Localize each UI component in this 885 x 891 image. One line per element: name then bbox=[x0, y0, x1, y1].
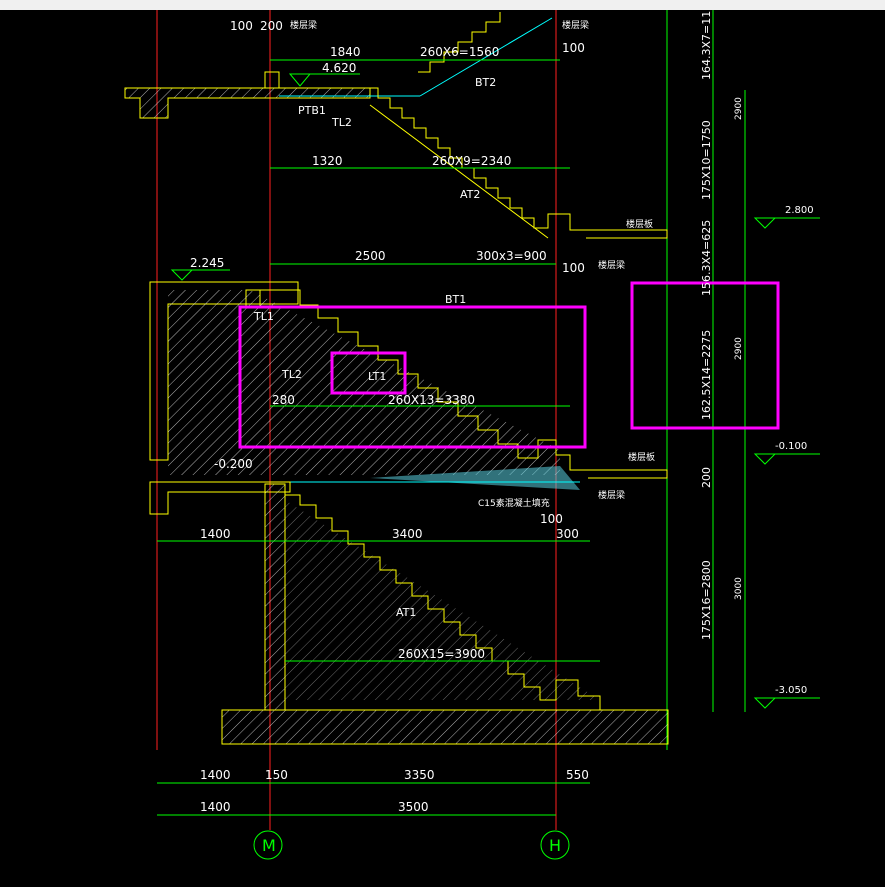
note-slab-upper: 楼层板 bbox=[626, 218, 653, 230]
top-beam bbox=[264, 71, 280, 89]
dim-3400: 3400 bbox=[392, 527, 423, 541]
foundation-slab bbox=[221, 709, 669, 745]
label-tl2-middle: TL2 bbox=[281, 368, 302, 381]
bottom-dim-3500: 3500 bbox=[398, 800, 429, 814]
elev-m0100: -0.100 bbox=[775, 441, 807, 452]
note-concrete-fill: C15素混凝土填充 bbox=[478, 497, 550, 509]
right-dim-7: 200 bbox=[700, 467, 713, 488]
bt2-steps bbox=[418, 12, 501, 73]
stair-section-drawing: 100 200 楼层梁 1840 260X6=1560 楼层梁 100 4.62… bbox=[124, 10, 820, 860]
elev-2245: 2.245 bbox=[190, 256, 224, 270]
label-tl2-top: TL2 bbox=[331, 116, 352, 129]
note-slab-middle: 楼层板 bbox=[628, 451, 655, 463]
right-dim-1: 164.3X7=11 bbox=[700, 11, 713, 80]
dim-100-middle: 100 bbox=[562, 261, 585, 275]
label-ptb1: PTB1 bbox=[298, 104, 326, 117]
dim-260x9: 260X9=2340 bbox=[432, 154, 511, 168]
cad-viewport[interactable]: 100 200 楼层梁 1840 260X6=1560 楼层梁 100 4.62… bbox=[0, 10, 885, 887]
dim-1840: 1840 bbox=[330, 45, 361, 59]
note-beam-middle: 楼层梁 bbox=[598, 259, 625, 271]
at2-soffit bbox=[369, 104, 549, 239]
elev-m0200: -0.200 bbox=[214, 457, 253, 471]
note-beam-top-right: 楼层梁 bbox=[562, 19, 589, 31]
elev-4620: 4.620 bbox=[322, 61, 356, 75]
dim-260x15: 260X15=3900 bbox=[398, 647, 485, 661]
note-beam-low: 楼层梁 bbox=[598, 489, 625, 501]
elev-marker-4620 bbox=[288, 73, 360, 87]
bottom-dim-550: 550 bbox=[566, 768, 589, 782]
dim-1400-lower: 1400 bbox=[200, 527, 231, 541]
label-at1: AT1 bbox=[396, 606, 416, 619]
elev-marker-2800 bbox=[753, 217, 820, 229]
dim-300-lower: 300 bbox=[556, 527, 579, 541]
right-dim-2: 175X10=1750 bbox=[700, 120, 713, 200]
axis-label-m: M bbox=[262, 836, 276, 855]
top-landing-slab bbox=[124, 87, 371, 119]
bottom-dim-3350: 3350 bbox=[404, 768, 435, 782]
right-dim-8: 175X16=2800 bbox=[700, 560, 713, 640]
elev-marker-2245 bbox=[170, 269, 230, 281]
bottom-dim-1400a: 1400 bbox=[200, 768, 231, 782]
elev-marker-m0100 bbox=[753, 453, 820, 465]
right-dim-4: 156.3X4=625 bbox=[700, 220, 713, 296]
dim-100-top: 100 bbox=[230, 19, 253, 33]
label-bt1: BT1 bbox=[445, 293, 466, 306]
dim-2500: 2500 bbox=[355, 249, 386, 263]
elev-marker-m3050 bbox=[753, 697, 820, 709]
label-tl1: TL1 bbox=[253, 310, 274, 323]
label-lt1: LT1 bbox=[368, 370, 386, 383]
right-dim-9: 3000 bbox=[734, 577, 744, 600]
dim-100-lower: 100 bbox=[540, 512, 563, 526]
column-m bbox=[264, 483, 286, 711]
dim-280: 280 bbox=[272, 393, 295, 407]
right-dim-3: 2900 bbox=[734, 97, 744, 120]
bottom-dim-1400b: 1400 bbox=[200, 800, 231, 814]
elev-m3050: -3.050 bbox=[775, 685, 807, 696]
right-dim-6: 2900 bbox=[734, 337, 744, 360]
dim-100-top-right: 100 bbox=[562, 41, 585, 55]
elev-2800: 2.800 bbox=[785, 205, 814, 216]
dim-200-top: 200 bbox=[260, 19, 283, 33]
dim-260x13: 260X13=3380 bbox=[388, 393, 475, 407]
window-top-strip bbox=[0, 0, 885, 10]
label-bt2: BT2 bbox=[475, 76, 496, 89]
dim-300x3: 300x3=900 bbox=[476, 249, 547, 263]
dim-1320: 1320 bbox=[312, 154, 343, 168]
label-at2: AT2 bbox=[460, 188, 480, 201]
axis-label-h: H bbox=[549, 836, 561, 855]
note-beam-top: 楼层梁 bbox=[290, 19, 317, 31]
dim-260x6: 260X6=1560 bbox=[420, 45, 499, 59]
right-dim-5: 162.5X14=2275 bbox=[700, 330, 713, 420]
bottom-dim-150: 150 bbox=[265, 768, 288, 782]
